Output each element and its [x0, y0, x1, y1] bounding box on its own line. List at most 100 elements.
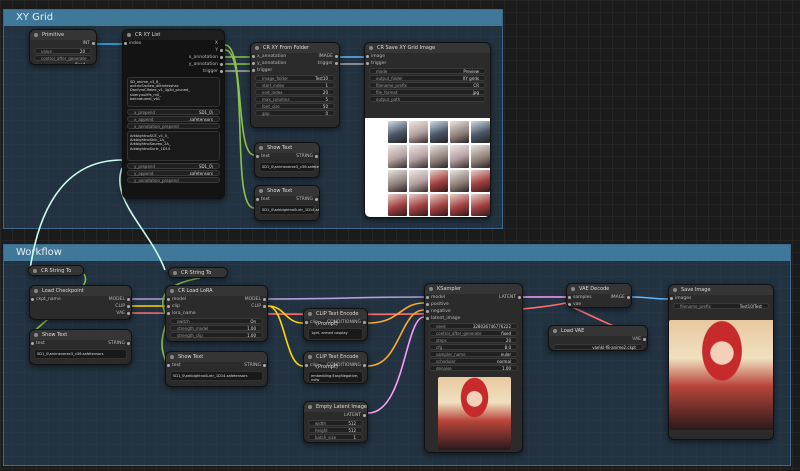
control-widget[interactable]: control_after_generate fixed [34, 55, 92, 64]
node-header[interactable]: Load Checkpoint [30, 286, 131, 296]
node-header[interactable]: CR Save XY Grid Image [365, 43, 490, 53]
xy-list-node[interactable]: CR XY List index X Y x_annotation y_annot… [122, 29, 225, 199]
vae-name-widget[interactable]: vae\kl-f8-anime2.ckpt [553, 344, 643, 350]
collapse-dot[interactable] [259, 146, 263, 150]
output-slot-x-annotation[interactable]: x_annotation [123, 54, 224, 61]
output-path-widget[interactable]: output_path [369, 96, 486, 102]
y-prepend-widget[interactable]: y_prepend SD1_0\ [127, 163, 220, 169]
save-xy-grid-node[interactable]: CR Save XY Grid Image image trigger mode… [364, 42, 491, 218]
node-header[interactable]: Show Text [255, 143, 319, 153]
input-slot-images[interactable]: images [669, 295, 773, 302]
vae-decode-node[interactable]: VAE Decode samples IMAGE vae [566, 283, 632, 308]
output-slot[interactable]: INT [30, 40, 96, 47]
height-widget[interactable]: height 512 [308, 427, 363, 433]
load-checkpoint-node[interactable]: Load Checkpoint ckpt_name MODEL CLIP VAE [29, 285, 132, 320]
max-columns-widget[interactable]: max_columns 5 [255, 96, 335, 102]
slot-row[interactable]: positive [425, 301, 522, 308]
end-index-widget[interactable]: end_index 20 [255, 89, 335, 95]
save-image-node[interactable]: Save Image images filename_prefix Test10/… [668, 284, 774, 440]
input-slot-trigger[interactable]: trigger [365, 60, 490, 67]
collapse-dot[interactable] [170, 355, 174, 359]
collapse-dot[interactable] [571, 287, 575, 291]
slot-row[interactable]: negative [425, 308, 522, 315]
xy-from-folder-node[interactable]: CR XY From Folder x_annotation IMAGE y_an… [250, 42, 340, 128]
node-header[interactable]: CR XY List [123, 30, 224, 40]
output-folder-widget[interactable]: output_folder XY grids [369, 75, 486, 81]
slot-row[interactable]: y_annotation trigger [251, 60, 339, 67]
node-header[interactable]: Show Text [255, 186, 319, 196]
input-slot-index[interactable]: index X [123, 40, 224, 47]
output-slot-clip[interactable]: CLIP [30, 303, 131, 310]
slot-row[interactable]: text STRING [255, 196, 319, 203]
slot-row[interactable]: x_annotation IMAGE [251, 53, 339, 60]
gap-widget[interactable]: gap 0 [255, 110, 335, 116]
node-header[interactable]: KSampler [425, 284, 522, 294]
y-annotation-prepend-widget[interactable]: y_annotation_prepend [127, 177, 220, 183]
collapse-dot[interactable] [34, 289, 38, 293]
node-header[interactable]: CLIP Text Encode (Prompt) [304, 352, 367, 370]
value-widget[interactable]: value 20 [34, 48, 92, 54]
mode-widget[interactable]: mode Preview [369, 68, 486, 74]
strength-clip-widget[interactable]: strength_clip 1.00 [170, 332, 263, 338]
slot-row[interactable]: clip CONDITIONING [304, 319, 367, 326]
node-header[interactable]: CR String To Combo [29, 266, 83, 275]
node-header[interactable]: Show Text [166, 352, 267, 362]
load-lora-node[interactable]: CR Load LoRA model MODEL clip CLIP lora_na… [165, 285, 268, 342]
show-text-node[interactable]: Show Text text STRING SD1_0\animeverse3_v… [29, 329, 132, 365]
node-header[interactable]: CR Load LoRA [166, 286, 267, 296]
slot-row[interactable]: clip CLIP [166, 303, 267, 310]
prompt-textarea[interactable]: 1girl, armed cosplay [308, 328, 363, 340]
slot-row[interactable]: text STRING [255, 153, 319, 160]
slot-row[interactable]: samples IMAGE [567, 294, 631, 301]
node-header[interactable]: VAE Decode [567, 284, 631, 294]
collapse-dot[interactable] [259, 189, 263, 193]
slot-row[interactable]: lora_name [166, 310, 267, 317]
control-after-generate-widget[interactable]: control_after_generate fixed [429, 330, 518, 336]
output-slot-latent[interactable]: LATENT [304, 412, 367, 419]
slot-row[interactable]: vae [567, 301, 631, 307]
show-text-node[interactable]: Show Text text STRING SD1_0\arkbightnoSur… [254, 185, 320, 221]
denoise-widget[interactable]: denoise 1.00 [429, 365, 518, 371]
output-slot-y-annotation[interactable]: y_annotation [123, 61, 224, 68]
start-index-widget[interactable]: start_index 1 [255, 82, 335, 88]
scheduler-widget[interactable]: scheduler normal [429, 358, 518, 364]
batch-size-widget[interactable]: batch_size 1 [308, 434, 363, 440]
file-format-widget[interactable]: file_format jpg [369, 89, 486, 95]
collapse-dot[interactable] [34, 333, 38, 337]
slot-row[interactable]: model LATENT [425, 294, 522, 301]
node-header[interactable]: Empty Latent Image [304, 402, 367, 412]
xy-grid-preview-image[interactable] [365, 118, 490, 217]
slot-row[interactable]: text STRING [166, 362, 267, 369]
output-slot-y[interactable]: Y [123, 47, 224, 54]
ksampler-node[interactable]: KSampler model LATENT positive negative l… [424, 283, 523, 453]
collapse-dot[interactable] [308, 312, 312, 316]
slot-row[interactable]: clip CONDITIONING [304, 362, 367, 369]
output-slot-vae[interactable]: VAE [30, 310, 131, 317]
steps-widget[interactable]: steps 20 [429, 337, 518, 343]
output-slot-vae[interactable]: VAE [549, 336, 647, 343]
x-prepend-widget[interactable]: x_prepend SD1_0\ [127, 109, 220, 115]
collapse-dot[interactable] [170, 289, 174, 293]
switch-widget[interactable]: switch On [170, 318, 263, 324]
collapse-dot[interactable] [369, 46, 373, 50]
prompt-textarea[interactable]: embedding:EasyNegative, nsfw [308, 371, 363, 383]
node-header[interactable]: CR XY From Folder [251, 43, 339, 53]
strength-model-widget[interactable]: strength_model 1.00 [170, 325, 263, 331]
slot-row[interactable]: text STRING [30, 340, 131, 347]
slot-row[interactable]: latent_image [425, 315, 522, 322]
collapse-dot[interactable] [255, 46, 259, 50]
show-text-node[interactable]: Show Text text STRING SD1_0\animeverse3_v… [254, 142, 320, 178]
slot-row[interactable]: model MODEL [166, 296, 267, 303]
sampler-name-widget[interactable]: sampler_name euler [429, 351, 518, 357]
x-annotation-prepend-widget[interactable]: x_annotation_prepend [127, 123, 220, 129]
filename-prefix-widget[interactable]: filename_prefix Test10/Test [673, 303, 769, 309]
font-size-widget[interactable]: font_size 50 [255, 103, 335, 109]
node-header[interactable]: CR String To Combo [169, 268, 227, 277]
collapse-dot[interactable] [673, 288, 677, 292]
collapse-dot[interactable] [173, 271, 177, 275]
slot-row[interactable]: ckpt_name MODEL [30, 296, 131, 303]
collapse-dot[interactable] [127, 33, 131, 37]
y-append-widget[interactable]: y_append .safetensors [127, 170, 220, 176]
node-header[interactable]: Primitive [30, 30, 96, 40]
empty-latent-image-node[interactable]: Empty Latent Image LATENT width 512 heigh… [303, 401, 368, 443]
